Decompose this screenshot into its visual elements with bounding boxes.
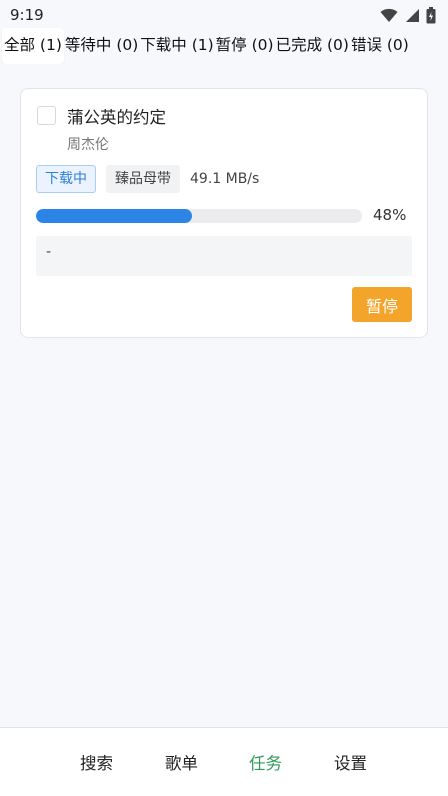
download-task-card: 蒲公英的约定 周杰伦 下载中 臻品母带 49.1 MB/s 48% - 暂停 — [20, 88, 428, 338]
task-log-text: - — [46, 244, 52, 260]
battery-icon — [426, 6, 436, 24]
status-badge: 下载中 — [36, 165, 96, 193]
bottom-nav: 搜索 歌单 任务 设置 — [0, 727, 448, 796]
tab-error[interactable]: 错误 (0) — [350, 28, 410, 64]
task-checkbox[interactable] — [37, 106, 56, 125]
song-title: 蒲公英的约定 — [67, 108, 166, 127]
tab-paused[interactable]: 暂停 (0) — [215, 28, 275, 64]
nav-tasks[interactable]: 任务 — [249, 750, 282, 774]
tab-downloading[interactable]: 下载中 (1) — [139, 28, 214, 64]
tab-waiting[interactable]: 等待中 (0) — [64, 28, 139, 64]
task-meta-row: 下载中 臻品母带 49.1 MB/s — [36, 165, 259, 193]
progress-bar — [36, 209, 362, 223]
status-bar: 9:19 — [0, 0, 448, 30]
quality-badge: 臻品母带 — [106, 165, 180, 193]
tab-all[interactable]: 全部 (1) — [2, 28, 64, 64]
status-icons — [380, 6, 436, 24]
download-speed: 49.1 MB/s — [190, 171, 260, 187]
progress-bar-fill — [36, 209, 193, 223]
nav-settings[interactable]: 设置 — [334, 750, 367, 774]
status-time: 9:19 — [10, 6, 44, 24]
progress-percent: 48% — [373, 206, 407, 224]
nav-playlists[interactable]: 歌单 — [165, 750, 198, 774]
song-artist: 周杰伦 — [67, 137, 109, 153]
pause-button[interactable]: 暂停 — [352, 287, 412, 322]
nav-search[interactable]: 搜索 — [80, 750, 113, 774]
tab-completed[interactable]: 已完成 (0) — [275, 28, 350, 64]
wifi-icon — [380, 8, 398, 23]
task-log-box: - — [36, 236, 412, 276]
signal-icon — [404, 8, 420, 23]
filter-tabs: 全部 (1) 等待中 (0) 下载中 (1) 暂停 (0) 已完成 (0) 错误… — [0, 28, 448, 64]
